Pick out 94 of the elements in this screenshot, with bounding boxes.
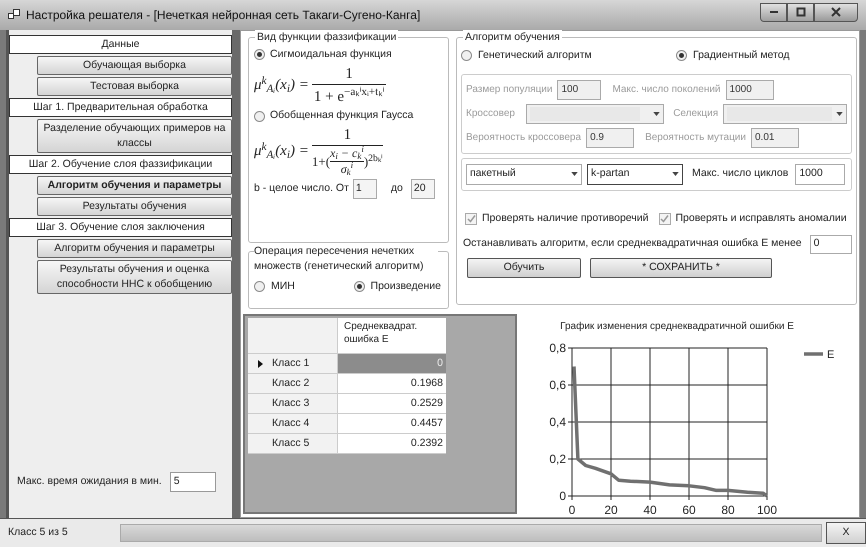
axis-label: 0,8: [549, 341, 566, 355]
table-cell[interactable]: 0.2529: [338, 394, 446, 414]
minimize-icon: [770, 11, 778, 13]
window-icon: [8, 9, 20, 21]
section-header: Шаг 3. Обучение слоя заключения: [9, 218, 232, 237]
field-label: Вероятность мутации: [645, 131, 746, 146]
axis-label: 0,6: [549, 378, 566, 392]
field-label: Останавливать алгоритм, если среднеквадратичная ошибка Е менее: [463, 236, 802, 252]
axis-label: 60: [682, 503, 696, 514]
maximize-icon: [796, 7, 806, 17]
sidebar-button[interactable]: Результаты обучения и оценка способности ННС к обобщению: [37, 260, 232, 294]
caret-icon: [653, 112, 660, 116]
caret-icon: [571, 172, 578, 176]
row-header[interactable]: Класс 4: [248, 414, 338, 434]
close-button[interactable]: X: [826, 522, 866, 544]
row-header[interactable]: Класс 1: [248, 354, 338, 374]
field-label: до: [390, 180, 403, 196]
section-header: Данные: [9, 35, 232, 54]
caret-icon: [836, 112, 843, 116]
radio-label: Генетический алгоритм: [478, 48, 592, 63]
formula-text: )$^{2bₖⁱ}$: [364, 152, 383, 170]
radio-label: Обобщенная функция Гаусса: [270, 108, 414, 124]
sidebar-button[interactable]: Алгоритм обучения и параметры: [37, 176, 232, 195]
chart-title: График изменения среднеквадратичной ошибки Е: [560, 321, 794, 332]
radio-button[interactable]: [354, 281, 365, 292]
table-cell[interactable]: 0.4457: [338, 414, 446, 434]
axis-label: 0: [568, 503, 576, 514]
legend-swatch: [804, 352, 823, 356]
status-text: Класс 5 из 5: [8, 525, 69, 540]
formula-text: 1: [312, 126, 383, 146]
radio-button[interactable]: [254, 49, 265, 60]
field-label: Размер популяции: [466, 83, 552, 98]
axis-label: 0,2: [549, 452, 566, 466]
radio-label: Градиентный метод: [693, 48, 790, 63]
group-title: Операция пересечения нечетких множеств (генетический алгоритм): [254, 244, 438, 274]
input-field[interactable]: 0: [810, 234, 852, 254]
field-label: Кроссовер: [466, 107, 516, 122]
field-label: Макс. число циклов: [692, 166, 788, 182]
axis-label: 0: [559, 489, 566, 503]
checkbox-label: Проверять наличие противоречий: [482, 210, 648, 226]
button[interactable]: * СОХРАНИТЬ *: [590, 258, 772, 278]
formula-text: μ$^{k}$$_{Aᵢ}$(x$_{i}$) =: [254, 74, 309, 97]
formula-text: μ$^{k}$$_{Aᵢ}$(x$_{i}$) =: [254, 140, 309, 163]
input-field[interactable]: 1: [352, 178, 377, 199]
radio-button[interactable]: [461, 50, 472, 62]
table-cell[interactable]: 0.1968: [338, 374, 446, 394]
close-button[interactable]: [814, 2, 858, 22]
table-cell[interactable]: 0.2392: [338, 434, 446, 454]
button[interactable]: Обучить: [467, 258, 581, 278]
field-label: b - целое число. От: [254, 180, 349, 196]
row-pointer-icon: [258, 360, 262, 368]
group-title: Алгоритм обучения: [463, 30, 562, 44]
formula-text: 1: [312, 64, 386, 84]
legend-label: E: [827, 349, 834, 361]
radio-button[interactable]: [254, 281, 265, 292]
sidebar-button[interactable]: Обучающая выборка: [37, 56, 232, 75]
field-label: Вероятность кроссовера: [466, 131, 582, 146]
input-field[interactable]: 1000: [795, 164, 846, 185]
axis-label: 20: [604, 503, 618, 514]
section-header: Шаг 2. Обучение слоя фаззификации: [9, 155, 232, 174]
formula-text: 1+(: [312, 154, 330, 170]
input-field[interactable]: 20: [410, 178, 435, 199]
sidebar-button[interactable]: Тестовая выборка: [37, 77, 232, 96]
axis-label: 40: [643, 503, 657, 514]
section-header: Шаг 1. Предварительная обработка: [9, 98, 232, 117]
formula-text: 1 + e$^{−aₖⁱxᵢ+tₖⁱ}$: [312, 84, 386, 106]
dropdown[interactable]: пакетный: [466, 164, 582, 185]
axis-label: 100: [756, 503, 778, 514]
group-title: Вид функции фаззификации: [255, 30, 398, 44]
sidebar-button[interactable]: Разделение обучающих примеров на классы: [37, 119, 232, 153]
radio-label: Произведение: [370, 279, 441, 294]
axis-label: 0,4: [549, 415, 566, 429]
row-header[interactable]: Класс 5: [248, 434, 338, 454]
checkbox-label: Проверять и исправлять аномалии: [676, 210, 847, 226]
input-field[interactable]: 5: [170, 472, 216, 492]
radio-button[interactable]: [254, 110, 265, 122]
radio-button[interactable]: [676, 50, 687, 62]
row-header[interactable]: Класс 3: [248, 394, 338, 414]
sidebar-button[interactable]: Алгоритм обучения и параметры: [37, 239, 232, 258]
row-header[interactable]: Класс 2: [248, 374, 338, 394]
dropdown[interactable]: k-partan: [587, 164, 683, 185]
window-title: Настройка решателя - [Нечеткая нейронная сеть Такаги-Сугено-Канга]: [26, 7, 420, 24]
column-header: Среднеквадрат. ошибка Е: [338, 318, 446, 354]
sidebar-button[interactable]: Результаты обучения: [37, 197, 232, 216]
field-label: Макс. число поколений: [612, 83, 721, 98]
maximize-button[interactable]: [787, 2, 814, 22]
radio-label: Сигмоидальная функция: [270, 47, 392, 62]
field-label: Селекция: [673, 107, 718, 122]
field-label: Макс. время ожидания в мин.: [17, 474, 162, 490]
radio-label: МИН: [271, 279, 295, 294]
axis-label: 80: [721, 503, 735, 514]
minimize-button[interactable]: [760, 2, 787, 22]
caret-icon: [672, 172, 679, 176]
close-icon: [831, 7, 841, 17]
